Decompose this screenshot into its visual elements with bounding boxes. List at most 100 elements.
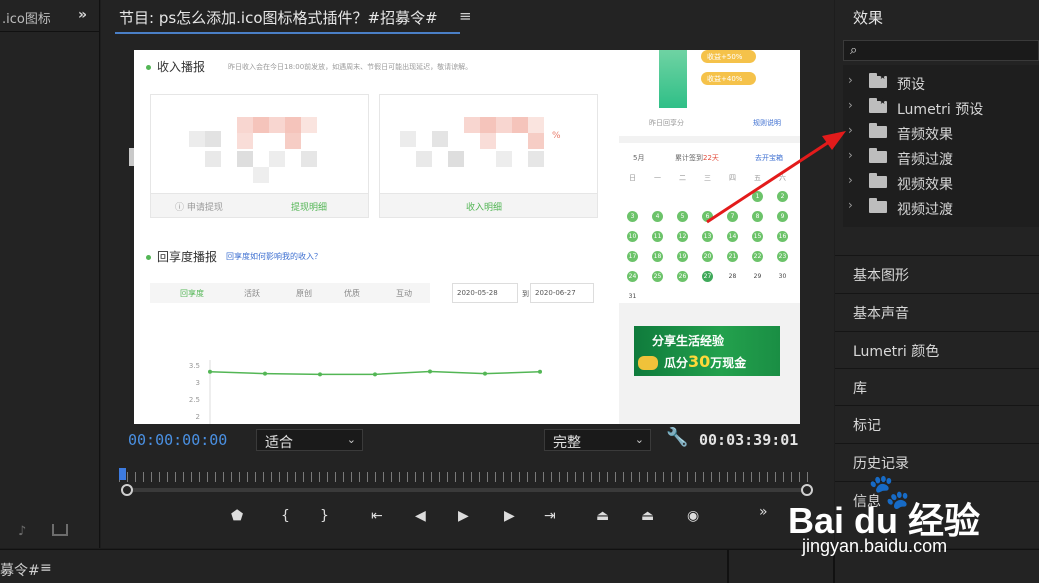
chevron-right-icon[interactable]: › xyxy=(848,198,853,212)
effects-title[interactable]: 效果 xyxy=(853,7,883,28)
calendar-day[interactable]: 17 xyxy=(627,251,638,262)
project-tab[interactable]: .ico图标 » xyxy=(0,0,100,32)
legend-item[interactable]: 原创 xyxy=(296,288,312,299)
calendar-day[interactable]: 2 xyxy=(777,191,788,202)
effects-section-header[interactable]: 库 xyxy=(835,368,1039,404)
step-forward-icon[interactable]: ▶ xyxy=(504,508,515,524)
income-detail-link[interactable]: 收入明细 xyxy=(466,200,502,213)
data-point[interactable] xyxy=(208,369,212,374)
bottom-tab-title[interactable]: 募令# xyxy=(0,560,40,580)
calendar-day[interactable]: 26 xyxy=(677,271,688,282)
camera-icon[interactable]: ◉ xyxy=(687,508,699,524)
current-timecode[interactable]: 00:00:00:00 xyxy=(128,431,227,449)
quality-select[interactable]: 完整 ⌄ xyxy=(544,429,651,451)
data-point[interactable] xyxy=(428,369,432,374)
withdraw-button[interactable]: ⓘ 申请提现 xyxy=(175,200,223,213)
withdraw-detail-link[interactable]: 提现明细 xyxy=(291,200,327,213)
hui-help-link[interactable]: 回享度如何影响我的收入？ xyxy=(226,251,322,262)
chevron-right-icon[interactable]: › xyxy=(848,98,853,112)
calendar-day[interactable]: 6 xyxy=(702,211,713,222)
calendar-day[interactable]: 27 xyxy=(702,271,713,282)
playhead[interactable] xyxy=(119,468,126,480)
calendar-day[interactable]: 7 xyxy=(727,211,738,222)
monitor-title[interactable]: 节目: ps怎么添加.ico图标格式插件？#招募令# xyxy=(119,7,438,28)
data-point[interactable] xyxy=(373,372,377,377)
calendar-day[interactable]: 13 xyxy=(702,231,713,242)
zoom-scrollbar[interactable] xyxy=(127,488,807,492)
effects-section-header[interactable]: 基本声音 xyxy=(835,293,1039,329)
wrench-icon[interactable]: 🔧 xyxy=(666,427,688,448)
effects-tree-item[interactable]: › 音频效果 xyxy=(843,119,1039,144)
legend-item[interactable]: 优质 xyxy=(344,288,360,299)
calendar-day[interactable]: 5 xyxy=(677,211,688,222)
legend-item[interactable]: 回享度 xyxy=(180,288,204,299)
extract-icon[interactable]: ⏏ xyxy=(641,508,654,524)
play-icon[interactable]: ▶ xyxy=(458,508,469,524)
effects-section-header[interactable]: 基本图形 xyxy=(835,255,1039,291)
more-controls-icon[interactable]: » xyxy=(759,504,768,520)
effects-search-input[interactable]: ⌕ xyxy=(843,40,1039,61)
mark-out-icon[interactable]: } xyxy=(320,508,329,524)
effects-tree-item[interactable]: › 音频过渡 xyxy=(843,144,1039,169)
calendar-day[interactable]: 9 xyxy=(777,211,788,222)
date-to-input[interactable]: 2020-06-27 xyxy=(530,283,594,303)
effects-tree-item[interactable]: › 视频效果 xyxy=(843,169,1039,194)
export-icon[interactable] xyxy=(52,524,68,536)
rule-link[interactable]: 规则说明 xyxy=(753,118,781,128)
calendar-day[interactable]: 25 xyxy=(652,271,663,282)
data-point[interactable] xyxy=(318,372,322,377)
calendar-day[interactable]: 15 xyxy=(752,231,763,242)
calendar-day[interactable]: 22 xyxy=(752,251,763,262)
fit-select[interactable]: 适合 ⌄ xyxy=(256,429,363,451)
calendar-day[interactable]: 24 xyxy=(627,271,638,282)
calendar-day[interactable]: 11 xyxy=(652,231,663,242)
calendar-day[interactable]: 29 xyxy=(752,271,763,282)
legend-item[interactable]: 活跃 xyxy=(244,288,260,299)
effects-section-header[interactable]: 标记 xyxy=(835,405,1039,441)
chevron-right-icon[interactable]: › xyxy=(848,148,853,162)
promo-banner[interactable]: 分享生活经验 瓜分30万现金 xyxy=(634,326,780,376)
calendar-day[interactable]: 3 xyxy=(627,211,638,222)
timeline-ruler[interactable] xyxy=(119,468,809,482)
data-point[interactable] xyxy=(538,369,542,374)
add-marker-icon[interactable]: ⬟ xyxy=(231,508,243,524)
effects-tree-item[interactable]: › 视频过渡 xyxy=(843,194,1039,219)
calendar-day[interactable]: 19 xyxy=(677,251,688,262)
calendar-day[interactable]: 28 xyxy=(727,271,738,282)
bottom-menu-icon[interactable]: ≡ xyxy=(40,560,52,576)
go-to-out-icon[interactable]: ⇥ xyxy=(544,508,556,524)
calendar-day[interactable]: 18 xyxy=(652,251,663,262)
calendar-day[interactable]: 14 xyxy=(727,231,738,242)
step-back-icon[interactable]: ◀ xyxy=(415,508,426,524)
calendar-day[interactable]: 31 xyxy=(627,291,638,302)
effects-section-header[interactable]: Lumetri 颜色 xyxy=(835,331,1039,367)
calendar-day[interactable]: 8 xyxy=(752,211,763,222)
calendar-day[interactable]: 23 xyxy=(777,251,788,262)
chevron-right-icon[interactable]: › xyxy=(848,173,853,187)
calendar-day[interactable]: 30 xyxy=(777,271,788,282)
audio-track-icon[interactable]: ♪ xyxy=(18,524,26,539)
data-point[interactable] xyxy=(263,371,267,376)
data-point[interactable] xyxy=(483,371,487,376)
mark-in-icon[interactable]: { xyxy=(281,508,290,524)
calendar-chest-link[interactable]: 去开宝箱 xyxy=(755,153,783,163)
calendar-day[interactable]: 4 xyxy=(652,211,663,222)
calendar-day[interactable]: 20 xyxy=(702,251,713,262)
calendar-day[interactable]: 12 xyxy=(677,231,688,242)
calendar-day[interactable]: 10 xyxy=(627,231,638,242)
panel-overflow-icon[interactable]: » xyxy=(78,7,87,23)
calendar-day[interactable]: 1 xyxy=(752,191,763,202)
calendar-day[interactable]: 21 xyxy=(727,251,738,262)
effects-tree-item[interactable]: › ★ Lumetri 预设 xyxy=(843,94,1039,119)
legend-item[interactable]: 互动 xyxy=(396,288,412,299)
monitor-menu-icon[interactable]: ≡ xyxy=(459,7,472,25)
date-from-input[interactable]: 2020-05-28 xyxy=(452,283,518,303)
effects-panel: 效果 ⌕ › ★ 预设 › ★ Lumetri 预设 › 音频效果 › 音频过渡 › 视频效果 › 视频过… xyxy=(835,0,1039,548)
chevron-right-icon[interactable]: › xyxy=(848,123,853,137)
chevron-right-icon[interactable]: › xyxy=(848,73,853,87)
lift-icon[interactable]: ⏏ xyxy=(596,508,609,524)
calendar-day[interactable]: 16 xyxy=(777,231,788,242)
scrollbar-left-handle[interactable] xyxy=(121,484,133,496)
go-to-in-icon[interactable]: ⇤ xyxy=(371,508,383,524)
effects-tree-item[interactable]: › ★ 预设 xyxy=(843,69,1039,94)
